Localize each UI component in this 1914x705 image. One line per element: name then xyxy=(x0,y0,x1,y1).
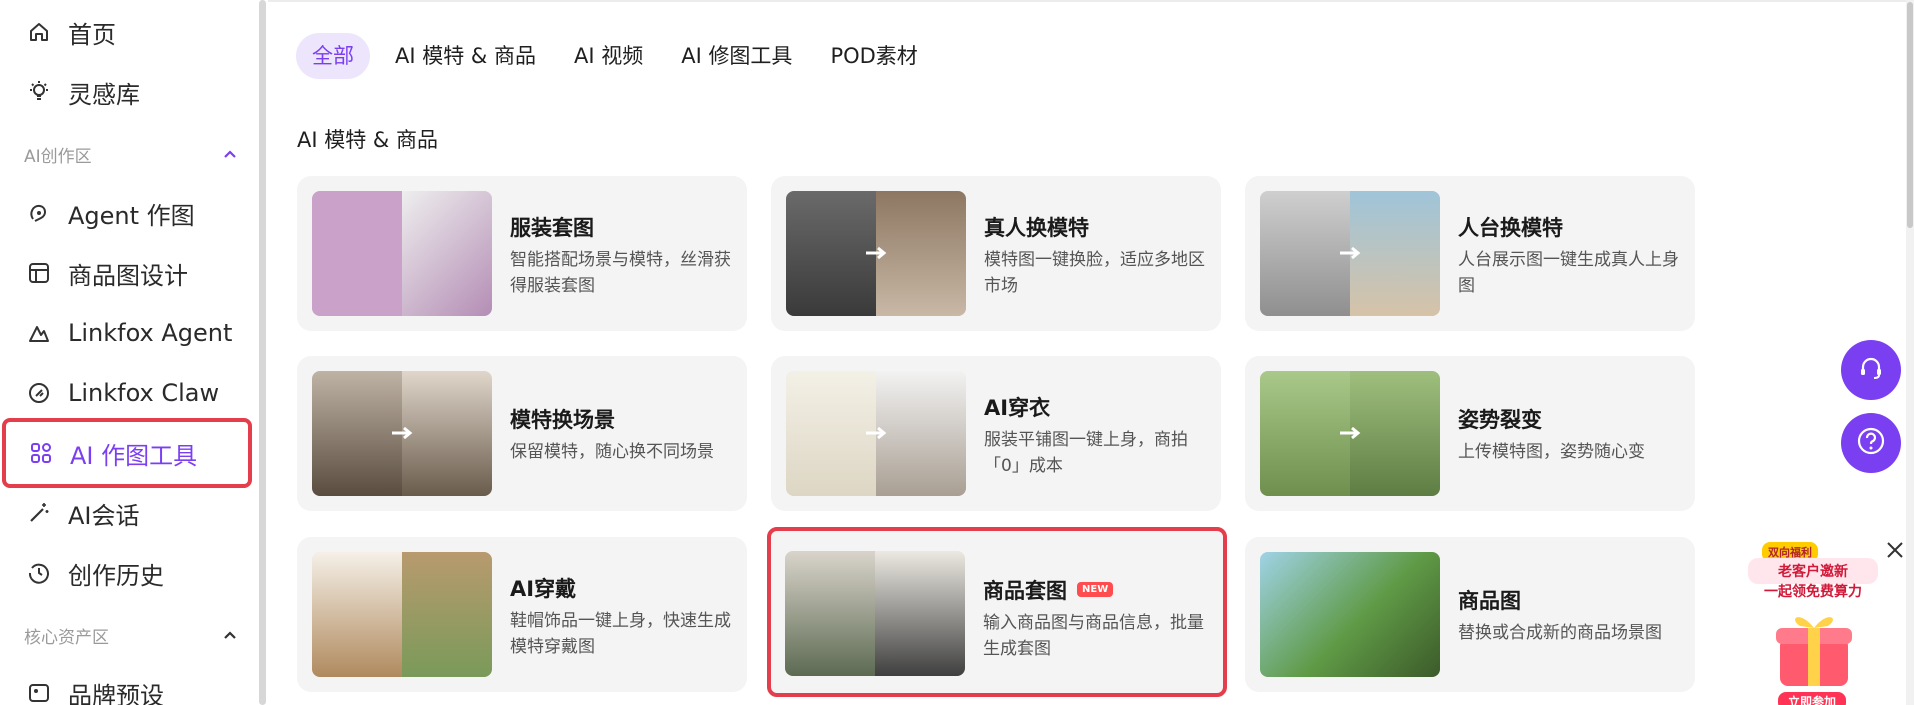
tool-card-scene-swap[interactable]: 模特换场景 保留模特，随心换不同场景 xyxy=(297,356,747,511)
app-root: 首页 灵感库 AI创作区 Agent 作图 商品图设计 Linkfox Agen… xyxy=(0,0,1914,705)
card-thumbnail xyxy=(1260,552,1440,677)
sidebar: 首页 灵感库 AI创作区 Agent 作图 商品图设计 Linkfox Agen… xyxy=(0,0,258,705)
card-desc: 上传模特图，姿势随心变 xyxy=(1458,442,1645,462)
card-desc: 人台展示图一键生成真人上身图 xyxy=(1458,250,1679,296)
card-title: 模特换场景 xyxy=(510,408,615,432)
promo-cta-button[interactable]: 立即参加 xyxy=(1778,692,1847,705)
category-tabs: 全部 AI 模特 & 商品 AI 视频 AI 修图工具 POD素材 xyxy=(296,33,937,79)
chevron-up-icon[interactable] xyxy=(221,627,239,645)
sidebar-item-history[interactable]: 创作历史 xyxy=(0,545,250,601)
lightbulb-icon xyxy=(26,79,52,105)
tab-pod[interactable]: POD素材 xyxy=(811,33,936,79)
sidebar-item-linkfox-claw[interactable]: Linkfox Claw xyxy=(0,365,250,421)
sidebar-item-label: Agent 作图 xyxy=(68,201,195,230)
card-title: 人台换模特 xyxy=(1458,216,1563,240)
sidebar-item-home[interactable]: 首页 xyxy=(0,4,250,60)
sidebar-item-label: Linkfox Claw xyxy=(68,379,220,407)
sidebar-item-inspiration[interactable]: 灵感库 xyxy=(0,64,250,120)
tools-icon xyxy=(28,440,54,466)
tool-card-mannequin[interactable]: 人台换模特 人台展示图一键生成真人上身图 xyxy=(1245,176,1695,331)
card-title: 服装套图 xyxy=(510,216,594,240)
card-thumbnail xyxy=(312,371,492,496)
brand-icon xyxy=(26,680,52,705)
card-desc: 替换或合成新的商品场景图 xyxy=(1458,623,1662,643)
card-title: AI穿戴 xyxy=(510,577,577,601)
sidebar-item-label: 商品图设计 xyxy=(68,261,188,290)
layout-icon xyxy=(26,260,52,286)
card-desc: 智能搭配场景与模特，丝滑获得服装套图 xyxy=(510,250,731,296)
tool-card-apparel-set[interactable]: 服装套图 智能搭配场景与模特，丝滑获得服装套图 xyxy=(297,176,747,331)
sidebar-item-label: 灵感库 xyxy=(68,80,140,109)
agent-icon xyxy=(26,200,52,226)
sidebar-item-agent-draw[interactable]: Agent 作图 xyxy=(0,185,250,241)
tool-card-face-swap[interactable]: 真人换模特 模特图一键换脸，适应多地区市场 xyxy=(771,176,1221,331)
gift-icon xyxy=(1776,617,1852,686)
tool-card-ai-wear[interactable]: AI穿戴 鞋帽饰品一键上身，快速生成模特穿戴图 xyxy=(297,537,747,692)
card-desc: 鞋帽饰品一键上身，快速生成模特穿戴图 xyxy=(510,611,731,657)
linkfox-icon xyxy=(26,320,52,346)
card-title: 真人换模特 xyxy=(984,216,1089,240)
card-thumbnail xyxy=(785,551,965,676)
tab-all[interactable]: 全部 xyxy=(296,33,370,79)
promo-widget[interactable]: 双向福利 老客户邀新 一起领免费算力 立即参加 xyxy=(1710,538,1906,705)
sidebar-item-ai-chat[interactable]: AI会话 xyxy=(0,485,250,541)
scrollbar-thumb[interactable] xyxy=(1907,2,1913,228)
magic-wand-icon xyxy=(26,500,52,526)
claw-icon xyxy=(26,380,52,406)
section-ai-creation[interactable]: AI创作区 xyxy=(24,142,239,167)
card-title: 商品套图 NEW xyxy=(983,575,1114,605)
tool-card-product-set[interactable]: 商品套图 NEW 输入商品图与商品信息，批量生成套图 xyxy=(767,527,1227,697)
sidebar-scrollbar[interactable] xyxy=(259,0,266,705)
tab-ai-retouch[interactable]: AI 修图工具 xyxy=(662,33,811,79)
help-button[interactable] xyxy=(1841,413,1901,473)
sidebar-item-label: Linkfox Agent xyxy=(68,319,233,347)
card-desc: 服装平铺图一键上身，商拍「0」成本 xyxy=(984,430,1188,476)
new-badge: NEW xyxy=(1077,581,1114,597)
card-title: 商品图 xyxy=(1458,589,1521,613)
home-icon xyxy=(26,19,52,45)
section-core-assets[interactable]: 核心资产区 xyxy=(24,623,239,648)
tool-card-ai-dressing[interactable]: AI穿衣 服装平铺图一键上身，商拍「0」成本 xyxy=(771,356,1221,511)
card-title: 姿势裂变 xyxy=(1458,408,1542,432)
headset-icon xyxy=(1857,354,1885,386)
card-thumbnail xyxy=(312,191,492,316)
tab-ai-video[interactable]: AI 视频 xyxy=(555,33,662,79)
sidebar-item-label: 首页 xyxy=(68,20,116,49)
history-icon xyxy=(26,560,52,586)
sidebar-item-label: AI会话 xyxy=(68,501,140,530)
promo-content: 双向福利 老客户邀新 一起领免费算力 立即参加 xyxy=(1748,542,1878,705)
close-icon[interactable] xyxy=(1885,540,1905,560)
section-label: 核心资产区 xyxy=(24,628,109,648)
sidebar-item-linkfox-agent[interactable]: Linkfox Agent xyxy=(0,305,250,361)
customer-service-button[interactable] xyxy=(1841,340,1901,400)
question-icon xyxy=(1856,426,1886,460)
chevron-up-icon[interactable] xyxy=(221,146,239,164)
tool-card-pose-variation[interactable]: 姿势裂变 上传模特图，姿势随心变 xyxy=(1245,356,1695,511)
card-thumbnail xyxy=(786,191,966,316)
card-desc: 模特图一键换脸，适应多地区市场 xyxy=(984,250,1205,296)
sidebar-item-brand-preset[interactable]: 品牌预设 xyxy=(0,665,250,705)
sidebar-item-product-design[interactable]: 商品图设计 xyxy=(0,245,250,301)
card-thumbnail xyxy=(1260,191,1440,316)
sidebar-item-label: 创作历史 xyxy=(68,561,164,590)
promo-line2: 一起领免费算力 xyxy=(1764,584,1862,600)
card-title: AI穿衣 xyxy=(984,396,1051,420)
card-thumbnail xyxy=(312,552,492,677)
card-thumbnail xyxy=(786,371,966,496)
sidebar-item-label: 品牌预设 xyxy=(68,681,164,705)
section-label: AI创作区 xyxy=(24,147,92,167)
main-scrollbar[interactable] xyxy=(1906,0,1914,705)
tool-card-product-image[interactable]: 商品图 替换或合成新的商品场景图 xyxy=(1245,537,1695,692)
section-title: AI 模特 & 商品 xyxy=(297,128,438,152)
sidebar-item-ai-tools[interactable]: AI 作图工具 xyxy=(2,418,252,488)
card-title-text: 商品套图 xyxy=(983,579,1067,603)
tab-ai-model-product[interactable]: AI 模特 & 商品 xyxy=(376,33,555,79)
top-divider xyxy=(268,0,1914,2)
card-desc: 输入商品图与商品信息，批量生成套图 xyxy=(983,613,1204,659)
card-thumbnail xyxy=(1260,371,1440,496)
card-desc: 保留模特，随心换不同场景 xyxy=(510,442,714,462)
sidebar-item-label: AI 作图工具 xyxy=(70,441,198,470)
